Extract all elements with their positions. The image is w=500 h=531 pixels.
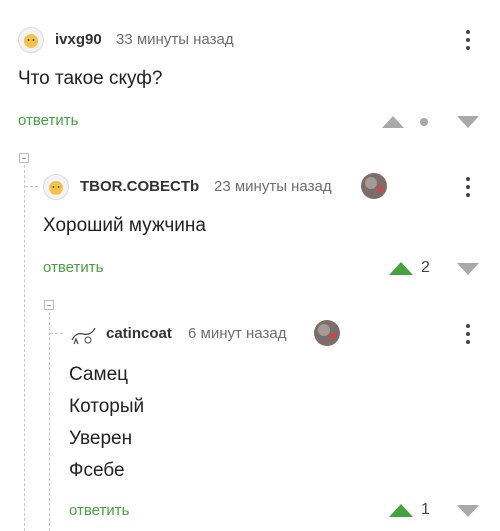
- comment-timestamp: 23 минуты назад: [214, 178, 332, 195]
- thread-line: [49, 312, 50, 531]
- comment-text-line: Самец: [69, 364, 129, 385]
- rating-indicator: [420, 118, 428, 126]
- reply-link[interactable]: ответить: [69, 502, 129, 519]
- comment-username[interactable]: TBOR.COBECTb: [80, 178, 199, 195]
- downvote-arrow-icon[interactable]: [457, 263, 479, 275]
- collapse-thread-icon[interactable]: [44, 300, 54, 310]
- reply-link[interactable]: ответить: [43, 259, 103, 276]
- avatar[interactable]: [43, 174, 69, 200]
- comment-username[interactable]: catincoat: [106, 325, 172, 342]
- heart-badge-icon: [360, 172, 388, 200]
- reply-link[interactable]: ответить: [18, 112, 78, 129]
- comment-text: Хороший мужчина: [43, 215, 206, 236]
- thread-line: [24, 165, 25, 531]
- kebab-menu-icon[interactable]: [461, 323, 475, 345]
- thread-branch: [25, 186, 38, 187]
- kebab-menu-icon[interactable]: [461, 29, 475, 51]
- comment-timestamp: 6 минут назад: [188, 325, 287, 342]
- rating-count: 1: [421, 501, 430, 518]
- comment-text-line: Фсебе: [69, 460, 125, 481]
- rating-count: 2: [421, 259, 430, 276]
- comment-username[interactable]: ivxg90: [55, 31, 102, 48]
- avatar[interactable]: [18, 27, 44, 53]
- comment-text-line: Уверен: [69, 428, 133, 449]
- thread-branch: [50, 333, 63, 334]
- comment-text: Что такое скуф?: [18, 68, 163, 89]
- avatar[interactable]: [68, 320, 98, 346]
- upvote-arrow-icon[interactable]: [382, 116, 404, 128]
- upvote-arrow-icon[interactable]: [389, 262, 413, 275]
- downvote-arrow-icon[interactable]: [457, 116, 479, 128]
- downvote-arrow-icon[interactable]: [457, 505, 479, 517]
- comment-text-line: Который: [69, 396, 145, 417]
- comment-timestamp: 33 минуты назад: [116, 31, 234, 48]
- kebab-menu-icon[interactable]: [461, 176, 475, 198]
- heart-badge-icon: [313, 319, 341, 347]
- upvote-arrow-icon[interactable]: [389, 504, 413, 517]
- collapse-thread-icon[interactable]: [19, 153, 29, 163]
